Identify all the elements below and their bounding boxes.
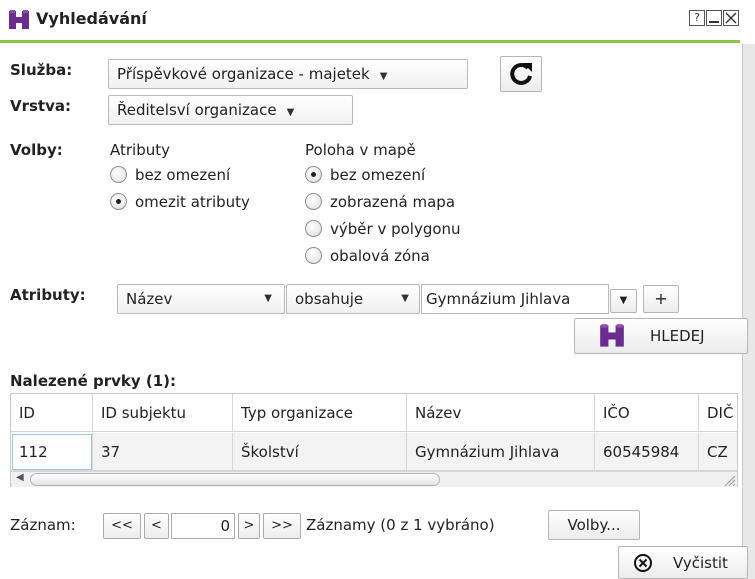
radio-map-polygon-label: výběr v polygonu	[330, 220, 461, 238]
service-select[interactable]: Příspěvkové organizace - majetek ▼	[108, 59, 468, 89]
scrollbar-thumb[interactable]	[30, 473, 440, 486]
column-header[interactable]: ID	[11, 394, 93, 432]
clear-button[interactable]: Vyčistit	[618, 546, 748, 579]
attr-row-label: Atributy:	[10, 286, 86, 304]
next-page-button[interactable]: >	[238, 513, 260, 539]
radio-map-polygon[interactable]: výběr v polygonu	[305, 217, 461, 241]
first-page-button[interactable]: <<	[103, 513, 141, 539]
chevron-down-icon: ▼	[286, 107, 295, 118]
attr-operator-value: obsahuje	[295, 290, 364, 308]
record-label: Záznam:	[10, 516, 76, 534]
chevron-down-icon: ▼	[379, 71, 388, 82]
layer-value: Ředitelsví organizace	[117, 101, 277, 119]
title-underline	[0, 40, 740, 43]
scroll-edge	[742, 44, 755, 579]
add-filter-button[interactable]: +	[643, 285, 679, 313]
last-page-button[interactable]: >>	[263, 513, 301, 539]
radio-map-view-label: zobrazená mapa	[330, 193, 456, 211]
radio-icon	[305, 220, 322, 237]
map-group-title: Poloha v mapě	[305, 141, 416, 159]
help-button[interactable]: ?	[689, 10, 705, 26]
radio-map-buffer-label: obalová zóna	[330, 247, 430, 265]
refresh-button[interactable]	[500, 56, 542, 92]
attr-value-input[interactable]: Gymnázium Jihlava	[421, 284, 609, 314]
radio-attr-none-label: bez omezení	[135, 166, 231, 184]
column-header[interactable]: Typ organizace	[233, 394, 407, 432]
refresh-icon	[510, 62, 532, 85]
binoculars-icon	[9, 10, 29, 29]
attr-operator-select[interactable]: obsahuje ▼	[286, 284, 420, 314]
radio-attr-none[interactable]: bez omezení	[110, 163, 230, 187]
table-cell[interactable]: Gymnázium Jihlava	[407, 433, 595, 471]
table-cell[interactable]: 37	[93, 433, 233, 471]
attributes-group-title: Atributy	[110, 141, 170, 159]
radio-selected-icon	[110, 193, 127, 210]
column-header[interactable]: IČO	[595, 394, 699, 432]
records-summary: Záznamy (0 z 1 vybráno)	[306, 516, 495, 534]
radio-attr-restrict-label: omezit atributy	[135, 193, 250, 211]
radio-attr-restrict[interactable]: omezit atributy	[110, 190, 250, 214]
column-header[interactable]: ID subjektu	[93, 394, 233, 432]
search-button-label: HLEDEJ	[650, 327, 705, 345]
radio-icon	[305, 193, 322, 210]
table-cell[interactable]: 60545984	[595, 433, 699, 471]
chevron-down-icon: ▼	[264, 293, 272, 304]
minimize-icon	[709, 21, 719, 23]
resize-grip-icon[interactable]	[722, 473, 736, 487]
binoculars-icon	[600, 324, 624, 347]
close-button[interactable]	[723, 10, 739, 26]
radio-map-none-label: bez omezení	[330, 166, 426, 184]
chevron-down-icon: ▼	[401, 293, 409, 304]
results-title: Nalezené prvky (1):	[10, 372, 177, 390]
attr-value-dropdown[interactable]: ▼	[610, 289, 637, 313]
table-cell[interactable]: 112	[11, 433, 93, 471]
page-number-input[interactable]: 0	[171, 513, 235, 539]
radio-icon	[110, 166, 127, 183]
options-button[interactable]: Volby...	[548, 510, 640, 540]
radio-map-none[interactable]: bez omezení	[305, 163, 425, 187]
radio-map-buffer[interactable]: obalová zóna	[305, 244, 430, 268]
radio-map-view[interactable]: zobrazená mapa	[305, 190, 455, 214]
prev-page-button[interactable]: <	[144, 513, 169, 539]
layer-select[interactable]: Ředitelsví organizace ▼	[108, 95, 353, 125]
scroll-left-icon[interactable]: ◀	[16, 472, 24, 483]
radio-icon	[305, 247, 322, 264]
options-label: Volby:	[10, 141, 63, 159]
clear-button-label: Vyčistit	[673, 554, 728, 572]
close-icon	[725, 12, 737, 24]
minimize-button[interactable]	[706, 10, 722, 26]
chevron-down-icon: ▼	[619, 295, 628, 306]
attr-field-value: Název	[126, 290, 173, 308]
service-label: Služba:	[10, 61, 73, 79]
attr-field-select[interactable]: Název ▼	[117, 284, 285, 314]
layer-label: Vrstva:	[10, 97, 72, 115]
window-title: Vyhledávání	[36, 9, 147, 28]
clear-icon	[634, 554, 652, 572]
service-value: Příspěvkové organizace - majetek	[117, 65, 370, 83]
search-button[interactable]: HLEDEJ	[574, 318, 748, 354]
table-cell[interactable]: CZ	[699, 433, 737, 471]
radio-selected-icon	[305, 166, 322, 183]
table-cell[interactable]: Školství	[233, 433, 407, 471]
column-header[interactable]: DIČ	[699, 394, 737, 432]
column-header[interactable]: Název	[407, 394, 595, 432]
